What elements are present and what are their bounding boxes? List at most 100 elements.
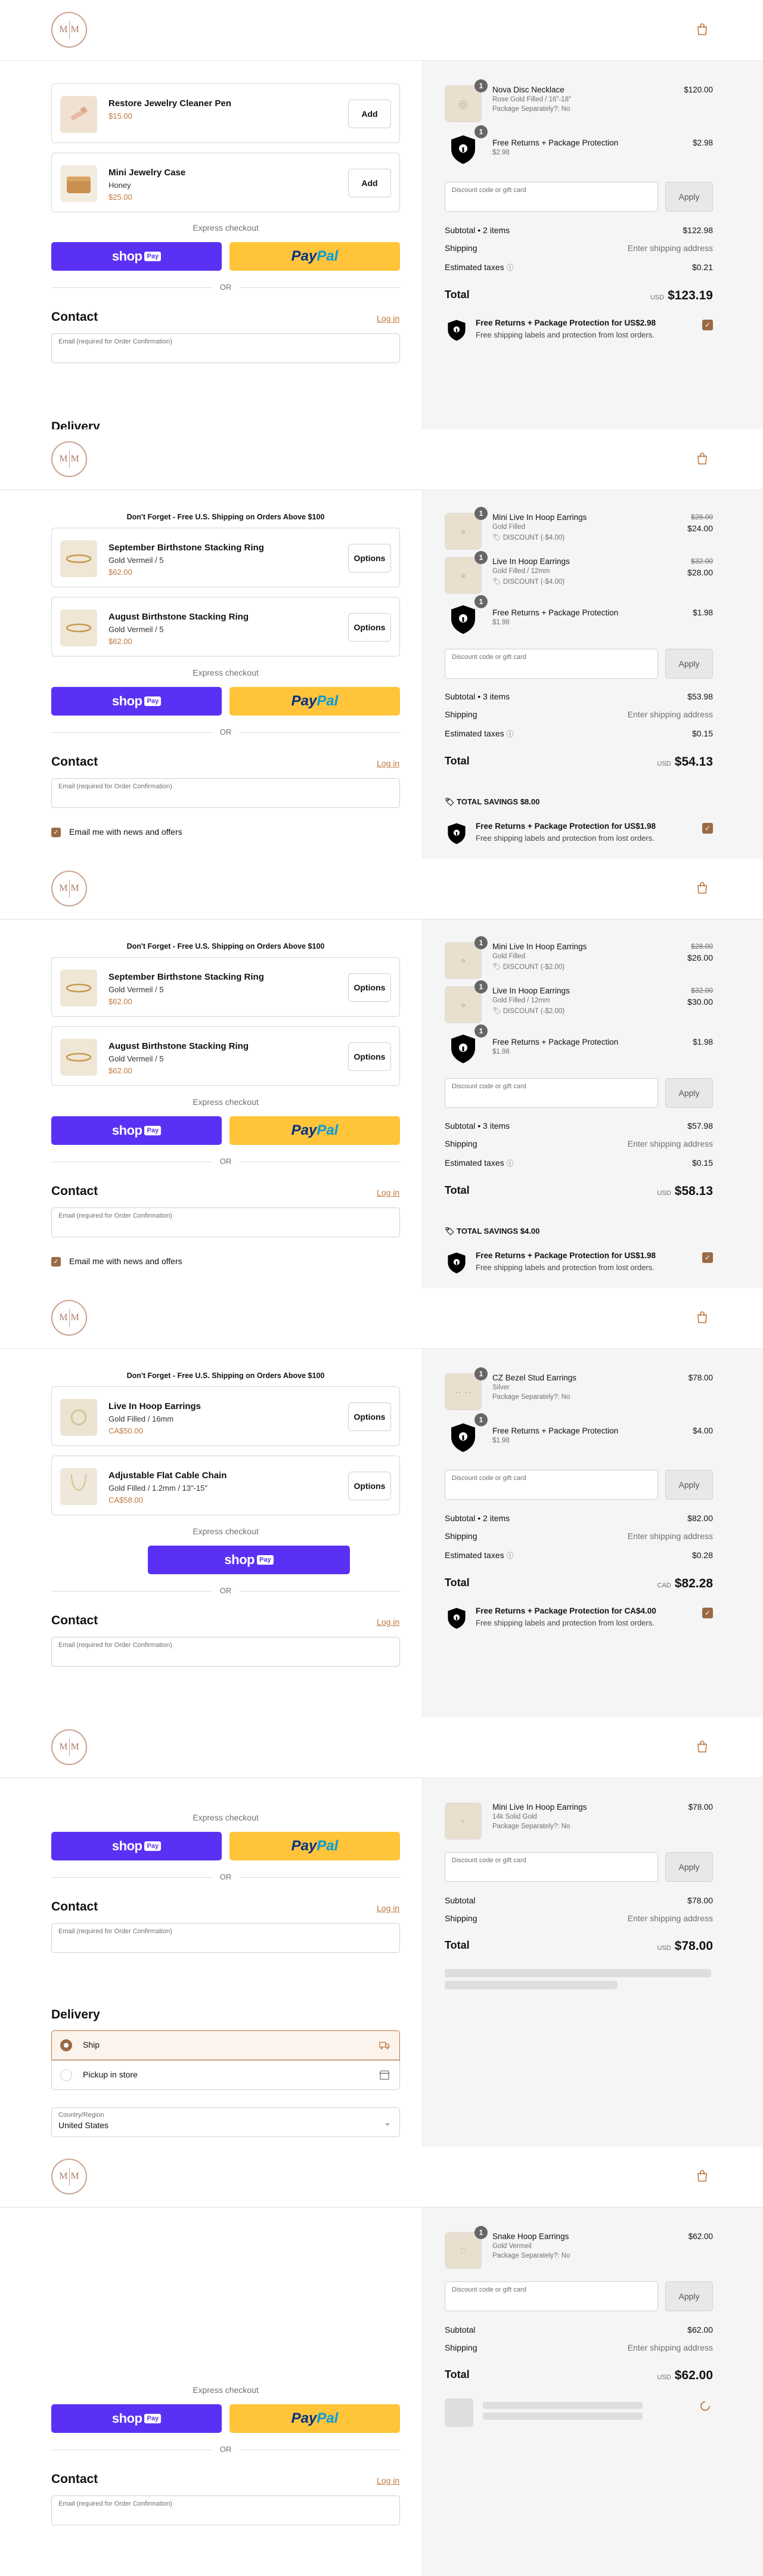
- email-field[interactable]: Email (required for Order Confirmation): [51, 1208, 400, 1237]
- contact-heading: Contact: [51, 755, 98, 769]
- shipping-value: Enter shipping address: [627, 1139, 713, 1148]
- protection-toggle[interactable]: Free Returns + Package Protection for CA…: [445, 1604, 713, 1633]
- country-select[interactable]: Country/Region United States ⌄: [51, 2107, 400, 2137]
- protection-subtitle: Free shipping labels and protection from…: [476, 1618, 655, 1627]
- options-button[interactable]: Options: [348, 613, 391, 642]
- shop-pay-button[interactable]: shop Pay: [51, 687, 222, 716]
- product-price: $2.98: [693, 138, 713, 147]
- store-logo[interactable]: MM: [51, 871, 87, 906]
- login-link[interactable]: Log in: [377, 1188, 399, 1197]
- shop-pay-button[interactable]: shop Pay: [51, 242, 222, 271]
- quantity-badge: 1: [474, 507, 488, 520]
- paypal-button[interactable]: Pay Pal: [229, 1832, 400, 1860]
- store-logo[interactable]: MM: [51, 12, 87, 48]
- info-icon[interactable]: ⓘ: [507, 264, 514, 272]
- product-variant: $1.98: [492, 1437, 510, 1444]
- paypal-button[interactable]: Pay Pal: [229, 242, 400, 271]
- store-logo[interactable]: MM: [51, 441, 87, 477]
- apply-discount-button[interactable]: Apply: [665, 2281, 713, 2311]
- pickup-radio[interactable]: [60, 2069, 72, 2081]
- shopping-bag-icon[interactable]: [697, 882, 708, 894]
- options-button[interactable]: Options: [348, 544, 391, 572]
- upsell-price: $62.00: [108, 568, 132, 577]
- newsletter-checkbox[interactable]: ✓: [51, 828, 61, 837]
- shop-pay-button[interactable]: shop Pay: [148, 1546, 350, 1574]
- ship-option[interactable]: Ship: [51, 2030, 400, 2060]
- logo-letter: M: [70, 454, 79, 464]
- apply-discount-button[interactable]: Apply: [665, 1852, 713, 1882]
- upsell-card: August Birthstone Stacking Ring Gold Ver…: [51, 597, 400, 657]
- options-button[interactable]: Options: [348, 1402, 391, 1431]
- login-link[interactable]: Log in: [377, 2476, 399, 2485]
- add-upsell-button[interactable]: Add: [348, 100, 391, 128]
- apply-discount-button[interactable]: Apply: [665, 649, 713, 679]
- shopping-bag-icon[interactable]: [697, 23, 708, 35]
- shop-pay-button[interactable]: shop Pay: [51, 1832, 222, 1860]
- logo-divider: [69, 450, 70, 468]
- store-logo[interactable]: MM: [51, 2159, 87, 2194]
- protection-toggle[interactable]: Free Returns + Package Protection for US…: [445, 1249, 713, 1277]
- apply-discount-button[interactable]: Apply: [665, 182, 713, 212]
- protection-checkbox[interactable]: ✓: [702, 1252, 713, 1263]
- store-logo[interactable]: MM: [51, 1300, 87, 1336]
- protection-checkbox[interactable]: ✓: [702, 320, 713, 330]
- discount-code-input[interactable]: Discount code or gift card: [445, 1852, 658, 1882]
- login-link[interactable]: Log in: [377, 1617, 399, 1627]
- loading-skeleton: [445, 1981, 618, 1989]
- protection-checkbox[interactable]: ✓: [702, 823, 713, 834]
- login-link[interactable]: Log in: [377, 1903, 399, 1913]
- email-field[interactable]: Email (required for Order Confirmation): [51, 778, 400, 808]
- shopping-bag-icon[interactable]: [697, 1741, 708, 1753]
- paypal-logo-part: Pay: [291, 693, 317, 709]
- discount-code-input[interactable]: Discount code or gift card: [445, 182, 658, 212]
- login-link[interactable]: Log in: [377, 758, 399, 768]
- taxes-row: Estimated taxes ⓘ $0.21: [445, 262, 713, 273]
- discount-code-input[interactable]: Discount code or gift card: [445, 649, 658, 679]
- upsell-card: Restore Jewelry Cleaner Pen $15.00 Add: [51, 83, 400, 143]
- total-row: Total CAD $82.28: [445, 1577, 713, 1590]
- login-link[interactable]: Log in: [377, 314, 399, 323]
- ship-radio[interactable]: [60, 2039, 72, 2051]
- info-icon[interactable]: ⓘ: [507, 1552, 514, 1560]
- product-option: Package Separately?: No: [492, 106, 570, 113]
- email-field[interactable]: Email (required for Order Confirmation): [51, 1637, 400, 1667]
- header: MM: [0, 859, 763, 919]
- options-button[interactable]: Options: [348, 1472, 391, 1500]
- protection-toggle[interactable]: Free Returns + Package Protection for US…: [445, 819, 713, 848]
- logo-letter: M: [70, 883, 79, 893]
- contact-heading: Contact: [51, 1614, 98, 1627]
- paypal-button[interactable]: Pay Pal: [229, 1116, 400, 1145]
- email-field[interactable]: Email (required for Order Confirmation): [51, 1923, 400, 1953]
- paypal-button[interactable]: Pay Pal: [229, 687, 400, 716]
- product-variant: Rose Gold Filled / 16"-18": [492, 96, 572, 103]
- shop-pay-button[interactable]: shop Pay: [51, 2404, 222, 2433]
- paypal-button[interactable]: Pay Pal: [229, 2404, 400, 2433]
- add-upsell-button[interactable]: Add: [348, 169, 391, 197]
- subtotal-label: Subtotal • 3 items: [445, 692, 510, 701]
- product-price: $62.00: [688, 2232, 713, 2241]
- shopping-bag-icon[interactable]: [697, 2170, 708, 2182]
- discount-code-input[interactable]: Discount code or gift card: [445, 1470, 658, 1500]
- discount-code-input[interactable]: Discount code or gift card: [445, 1078, 658, 1108]
- checkout-section-2: MM Don't Forget - Free U.S. Shipping on …: [0, 429, 763, 859]
- pickup-option[interactable]: Pickup in store: [51, 2060, 400, 2090]
- subtotal-label: Subtotal • 2 items: [445, 1513, 510, 1523]
- apply-discount-button[interactable]: Apply: [665, 1470, 713, 1500]
- email-field[interactable]: Email (required for Order Confirmation): [51, 2496, 400, 2525]
- newsletter-checkbox[interactable]: ✓: [51, 1257, 61, 1267]
- shopping-bag-icon[interactable]: [697, 453, 708, 465]
- apply-discount-button[interactable]: Apply: [665, 1078, 713, 1108]
- email-field[interactable]: Email (required for Order Confirmation): [51, 333, 400, 363]
- shop-pay-button[interactable]: shop Pay: [51, 1116, 222, 1145]
- protection-checkbox[interactable]: ✓: [702, 1608, 713, 1618]
- store-logo[interactable]: MM: [51, 1729, 87, 1765]
- protection-toggle[interactable]: Free Returns + Package Protection for US…: [445, 316, 713, 345]
- shopping-bag-icon[interactable]: [697, 1311, 708, 1323]
- options-button[interactable]: Options: [348, 1042, 391, 1071]
- info-icon[interactable]: ⓘ: [507, 1159, 514, 1168]
- discount-code-input[interactable]: Discount code or gift card: [445, 2281, 658, 2311]
- total-amount: $123.19: [668, 289, 713, 302]
- info-icon[interactable]: ⓘ: [507, 730, 514, 738]
- options-button[interactable]: Options: [348, 973, 391, 1002]
- line-item: ◦1 Mini Live In Hoop Earrings 14k Solid …: [445, 1803, 713, 1842]
